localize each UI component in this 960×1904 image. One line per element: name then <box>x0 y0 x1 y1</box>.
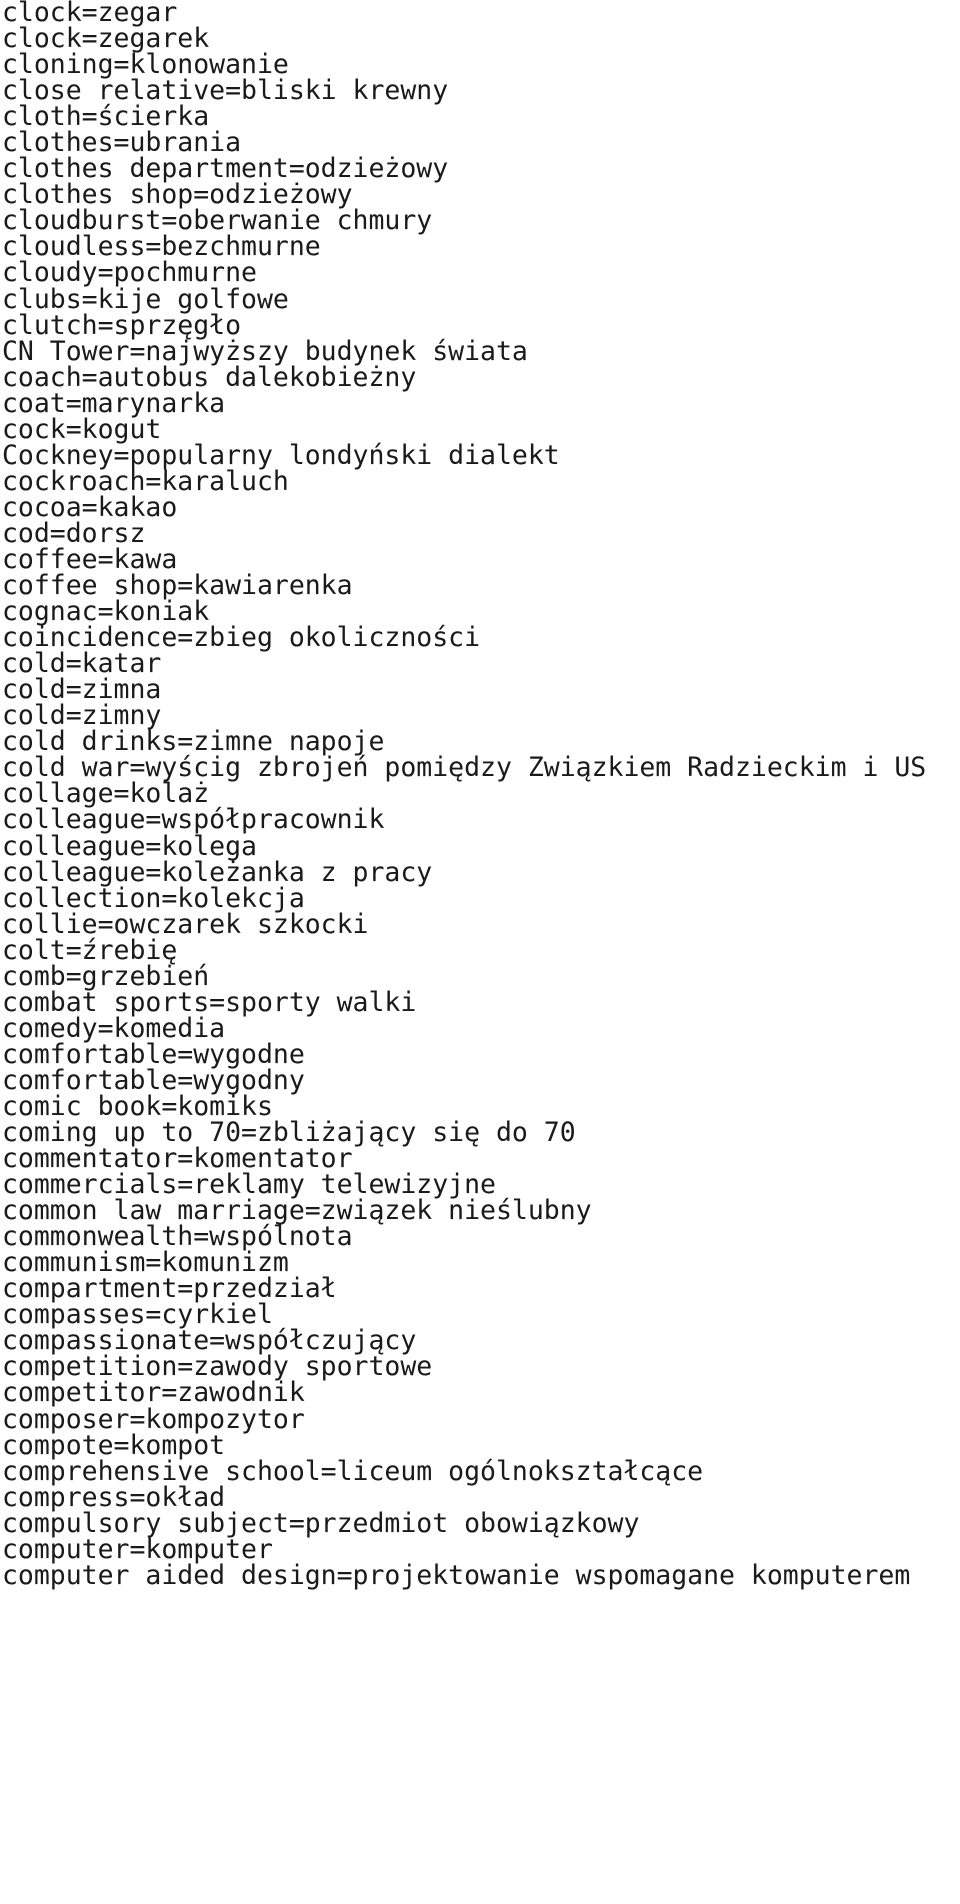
document-page: clock=zegar clock=zegarek cloning=klonowan… <box>0 0 960 1904</box>
dictionary-entry: colt=źrebię <box>2 934 178 966</box>
dictionary-entry: computer aided design=projektowanie wspo… <box>2 1559 911 1591</box>
dictionary-entry: cock=kogut <box>2 413 162 445</box>
dictionary-entry: colleague=współpracownik <box>2 804 385 836</box>
dictionary-entry: colleague=kolega <box>2 830 257 862</box>
dictionary-entry: clutch=sprzęgło <box>2 309 242 341</box>
dictionary-entry: comedy=komedia <box>2 1012 226 1044</box>
dictionary-entry: Cockney=popularny londyński dialekt <box>2 439 560 471</box>
dictionary-entry: collie=owczarek szkocki <box>2 908 369 940</box>
dictionary-entry: composer=kompozytor <box>2 1403 305 1435</box>
dictionary-entry: collection=kolekcja <box>2 882 305 914</box>
dictionary-entry: cocoa=kakao <box>2 491 178 523</box>
dictionary-entry: comb=grzebień <box>2 960 210 992</box>
dictionary-entry: combat sports=sporty walki <box>2 986 417 1018</box>
dictionary-entry: compote=kompot <box>2 1429 226 1461</box>
dictionary-entry: computer=komputer <box>2 1533 273 1565</box>
dictionary-entry: comprehensive school=liceum ogólnokształ… <box>2 1455 704 1487</box>
dictionary-entry: compulsory subject=przedmiot obowiązkowy <box>2 1507 640 1539</box>
dictionary-entry: CN Tower=najwyższy budynek świata <box>2 335 528 367</box>
dictionary-entry: coat=marynarka <box>2 387 226 419</box>
dictionary-entry: cockroach=karaluch <box>2 465 289 497</box>
dictionary-entry: comfortable=wygodne <box>2 1038 305 1070</box>
dictionary-entry: cloudy=pochmurne <box>2 257 257 289</box>
dictionary-entry: coach=autobus dalekobieżny <box>2 361 417 393</box>
dictionary-entry: colleague=koleżanka z pracy <box>2 856 433 888</box>
dictionary-entry: clubs=kije golfowe <box>2 283 289 315</box>
dictionary-entry-list: clock=zegar clock=zegarek cloning=klonowan… <box>2 0 960 1589</box>
dictionary-entry: compress=okład <box>2 1481 226 1513</box>
dictionary-entry: competitor=zawodnik <box>2 1377 305 1409</box>
